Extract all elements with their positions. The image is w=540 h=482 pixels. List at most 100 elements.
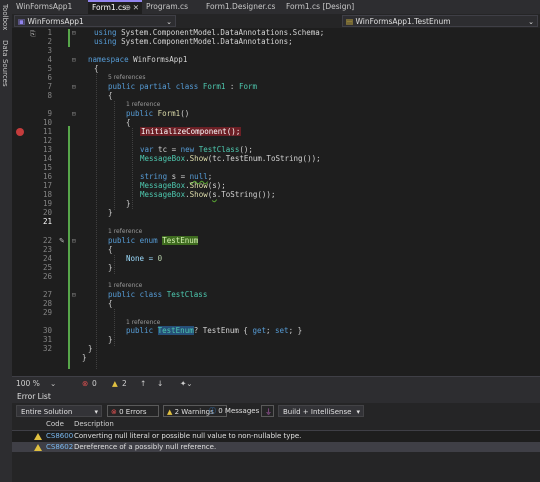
line-number: 25	[42, 263, 52, 272]
warning-icon[interactable]: ▲	[112, 379, 118, 388]
indent-guide	[114, 101, 115, 210]
project-dropdown[interactable]: ▣ WinFormsApp1 ⌄	[14, 15, 176, 27]
line-number: 27	[42, 290, 52, 299]
code-line-8: public Form1()	[126, 109, 190, 118]
code-line-23: None = 0	[126, 254, 163, 263]
code-line-22: {	[108, 245, 113, 254]
toolbox-tab[interactable]: Toolbox	[1, 4, 9, 30]
code-line-30: }	[108, 335, 113, 344]
tab-form1-cs[interactable]: Form1.cs ⊕ ✕	[88, 0, 142, 14]
code-line-6: public partial class Form1 : Form	[108, 82, 258, 91]
fold-icon[interactable]: ⊟	[72, 83, 76, 91]
line-number: 22	[42, 236, 52, 245]
code-line-1: using System.ComponentModel.DataAnnotati…	[94, 28, 325, 37]
errors-filter-button[interactable]: ⊗ 0 Errors	[107, 405, 159, 417]
previous-issue-icon[interactable]: ↑	[140, 379, 146, 388]
line-number: 24	[42, 254, 52, 263]
line-number: 9	[47, 109, 52, 118]
line-number: 20	[42, 208, 52, 217]
code-line-19: }	[108, 208, 113, 217]
line-number: 29	[42, 308, 52, 317]
column-header-description[interactable]: Description	[74, 420, 114, 428]
quick-actions-icon[interactable]: ✎	[59, 237, 65, 245]
line-number: 11	[42, 127, 52, 136]
fold-icon[interactable]: ⊟	[72, 56, 76, 64]
line-number: 10	[42, 118, 52, 127]
codelens-references[interactable]: 1 reference	[108, 282, 142, 289]
line-number: 30	[42, 326, 52, 335]
editor-status-row: 100 % ⌄ ⊗ 0 ▲ 2 ↑ ↓ ✦⌄	[12, 376, 540, 391]
tab-label: Form1.cs [Design]	[286, 2, 355, 11]
codelens-references[interactable]: 1 reference	[108, 228, 142, 235]
type-dropdown[interactable]: ▤ WinFormsApp1.TestEnum ⌄	[342, 15, 538, 27]
scope-label: Entire Solution	[21, 408, 73, 416]
code-line-12: var tc = new TestClass();	[140, 145, 253, 154]
zoom-level[interactable]: 100 %	[16, 379, 40, 388]
line-number: 15	[42, 163, 52, 172]
build-filter-dropdown[interactable]: Build + IntelliSense ▾	[278, 405, 364, 417]
code-editor[interactable]: ⎘ 1 2 3 4 5 6 7 8 9 10 11 12 13 14 15 16 17 18 19 20 21 22 23 2…	[12, 28, 540, 376]
tab-winformsapp1[interactable]: WinFormsApp1	[12, 0, 88, 14]
tab-label: Program.cs	[146, 2, 189, 11]
warning-count[interactable]: 2	[122, 379, 127, 388]
filter-icon[interactable]: ⏚	[261, 405, 274, 417]
line-number: 31	[42, 335, 52, 344]
line-number: 16	[42, 172, 52, 181]
line-number: 12	[42, 136, 52, 145]
close-icon[interactable]: ✕	[133, 2, 139, 14]
navigation-bar: ▣ WinFormsApp1 ⌄ ▤ WinFormsApp1.TestEnum…	[12, 14, 540, 29]
chevron-down-icon: ▾	[94, 408, 98, 416]
code-line-13: MessageBox.Show(tc.TestEnum.ToString());	[140, 154, 321, 163]
fold-icon[interactable]: ⊟	[72, 237, 76, 245]
code-line-26: public class TestClass	[108, 290, 208, 299]
line-number: 23	[42, 245, 52, 254]
error-description: Dereference of a possibly null reference…	[74, 443, 217, 451]
line-number: 32	[42, 344, 52, 353]
codelens-references[interactable]: 1 reference	[126, 101, 160, 108]
line-number: 28	[42, 299, 52, 308]
code-line-10: InitializeComponent();	[140, 127, 242, 136]
fold-icon[interactable]: ⊟	[72, 291, 76, 299]
tab-program-cs[interactable]: Program.cs	[142, 0, 202, 14]
line-number: 26	[42, 272, 52, 281]
code-line-18: }	[126, 199, 131, 208]
tab-form1-designer-cs[interactable]: Form1.Designer.cs	[202, 0, 280, 14]
code-line-32: }	[82, 353, 87, 362]
line-number: 21	[42, 217, 52, 226]
codelens-references[interactable]: 1 reference	[126, 319, 160, 326]
error-code[interactable]: CS8600	[46, 432, 73, 440]
error-count[interactable]: 0	[92, 379, 97, 388]
errors-filter-label: 0 Errors	[119, 408, 147, 416]
code-line-15: string s = null;	[140, 172, 213, 181]
line-number: 14	[42, 154, 52, 163]
pin-icon[interactable]: ⊕	[125, 2, 131, 14]
next-issue-icon[interactable]: ↓	[157, 379, 163, 388]
scope-dropdown[interactable]: Entire Solution ▾	[16, 405, 102, 417]
column-header-code[interactable]: Code	[46, 420, 64, 428]
fold-icon[interactable]: ⊟	[72, 110, 76, 118]
tab-form1-design[interactable]: Form1.cs [Design]	[282, 0, 362, 14]
change-bar	[68, 29, 70, 47]
error-list-row[interactable]: CS8600 Converting null literal or possib…	[12, 431, 540, 442]
line-number: 2	[47, 37, 52, 46]
line-number: 19	[42, 199, 52, 208]
line-number: 6	[47, 73, 52, 82]
chevron-down-icon[interactable]: ⌄	[50, 379, 56, 388]
code-line-17: MessageBox.Show(s.ToString());	[140, 190, 276, 199]
fold-icon[interactable]: ⊟	[72, 29, 76, 37]
breakpoint-icon[interactable]	[16, 128, 24, 136]
code-line-5: {	[94, 64, 99, 73]
line-number: 3	[47, 46, 52, 55]
error-list-empty-area	[12, 452, 540, 482]
data-sources-tab[interactable]: Data Sources	[1, 40, 9, 87]
error-code[interactable]: CS8602	[46, 443, 73, 451]
error-list-title: Error List	[12, 391, 540, 403]
line-number: 1	[47, 28, 52, 37]
messages-filter-label: 0 Messages	[218, 407, 260, 415]
code-line-7: {	[108, 91, 113, 100]
line-number: 18	[42, 190, 52, 199]
project-label: WinFormsApp1	[27, 17, 84, 26]
brush-icon[interactable]: ✦⌄	[180, 379, 193, 388]
error-icon[interactable]: ⊗	[82, 379, 88, 388]
codelens-references[interactable]: 5 references	[108, 74, 146, 81]
